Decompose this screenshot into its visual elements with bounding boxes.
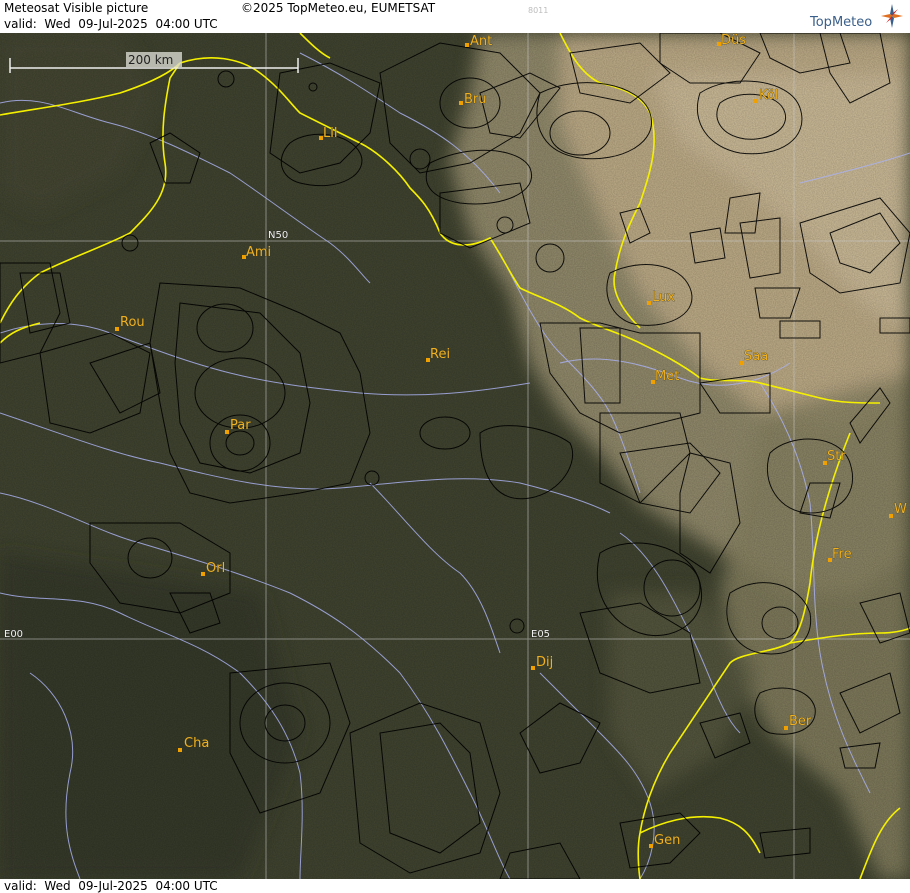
city-label-fre[interactable]: Fre [832, 547, 852, 563]
city-label-gen[interactable]: Gen [654, 833, 681, 849]
city-label-par[interactable]: Par [230, 418, 252, 434]
city-label-dus[interactable]: Düs [721, 33, 747, 48]
valid-time-footer: valid: Wed 09-Jul-2025 04:00 UTC [4, 879, 218, 893]
city-label-met[interactable]: Met [655, 369, 680, 385]
city-label-lux[interactable]: Lux [652, 290, 676, 306]
city-marker [889, 514, 893, 518]
city-marker [459, 101, 463, 105]
city-label-cha[interactable]: Cha [184, 736, 210, 752]
city-marker [531, 666, 535, 670]
city-label-ber[interactable]: Ber [789, 714, 813, 730]
header-bar: Meteosat Visible picture ©2025 TopMeteo.… [0, 0, 910, 33]
meteosat-chart: Meteosat Visible picture ©2025 TopMeteo.… [0, 0, 910, 893]
city-marker [178, 748, 182, 752]
valid-time: valid: Wed 09-Jul-2025 04:00 UTC [4, 17, 218, 31]
grain-layer [0, 33, 910, 879]
city-marker [784, 726, 788, 730]
city-label-ami[interactable]: Ami [246, 245, 272, 261]
footer-bar: valid: Wed 09-Jul-2025 04:00 UTC [0, 879, 910, 893]
city-label-lil[interactable]: Lil [323, 126, 338, 142]
city-label-dij[interactable]: Dij [536, 655, 554, 671]
brand-label: TopMeteo [810, 15, 873, 30]
city-marker [754, 99, 758, 103]
image-code: 8011 [528, 6, 549, 15]
city-label-orl[interactable]: Orl [206, 561, 226, 577]
city-marker [647, 301, 651, 305]
city-marker [649, 844, 653, 848]
copyright-notice: ©2025 TopMeteo.eu, EUMETSAT [241, 1, 436, 15]
city-label-rou[interactable]: Rou [120, 315, 145, 331]
city-label-rei[interactable]: Rei [430, 347, 451, 363]
city-marker [465, 43, 469, 47]
city-marker [115, 327, 119, 331]
city-label-str[interactable]: Str [827, 449, 847, 465]
city-label-w[interactable]: W [894, 502, 908, 518]
satellite-map[interactable]: N50 E00 E05 200 km Ant Düs Bru Köl Lil A… [0, 33, 910, 879]
scale-label: 200 km [128, 53, 173, 67]
city-marker [201, 572, 205, 576]
grid-label-e00: E00 [4, 629, 23, 640]
chart-title: Meteosat Visible picture [4, 1, 149, 15]
compass-star-icon [881, 4, 903, 28]
city-label-kol[interactable]: Köl [759, 88, 779, 104]
city-marker [225, 430, 229, 434]
city-label-ant[interactable]: Ant [470, 34, 493, 50]
grid-label-n50: N50 [268, 230, 288, 241]
topmeteo-logo[interactable]: TopMeteo [810, 3, 906, 31]
city-label-saa[interactable]: Saa [744, 349, 769, 365]
grid-label-e05: E05 [531, 629, 550, 640]
city-label-bru[interactable]: Bru [464, 92, 487, 108]
